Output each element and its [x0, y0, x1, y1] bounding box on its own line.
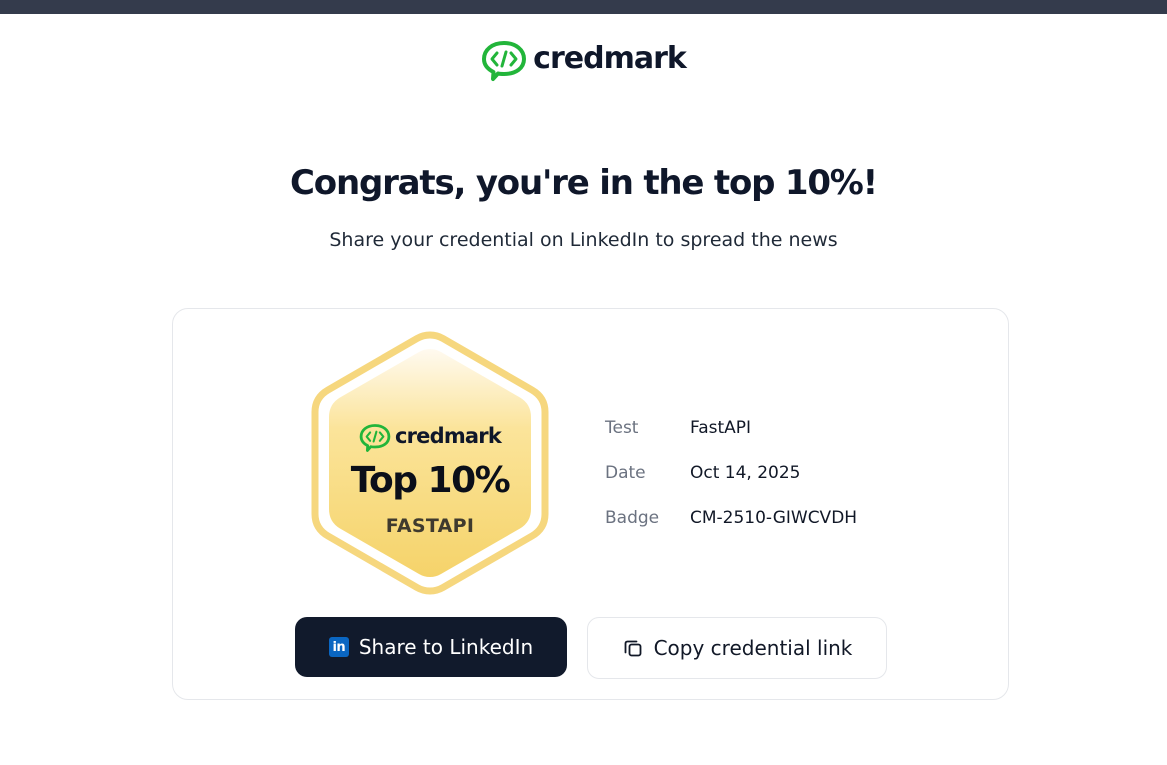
copy-link-label: Copy credential link [653, 636, 853, 660]
share-linkedin-button[interactable]: in Share to LinkedIn [295, 617, 567, 677]
detail-value: CM-2510-GIWCVDH [690, 507, 858, 528]
detail-value: FastAPI [690, 417, 752, 438]
share-linkedin-label: Share to LinkedIn [358, 635, 534, 659]
detail-row-badge: Badge CM-2510-GIWCVDH [605, 495, 857, 540]
code-bubble-icon [482, 41, 527, 81]
credential-badge: credmark Top 10% FASTAPI [305, 329, 555, 597]
code-bubble-icon [359, 424, 391, 452]
detail-row-test: Test FastAPI [605, 405, 857, 450]
logo-text: credmark [533, 41, 687, 76]
detail-row-date: Date Oct 14, 2025 [605, 450, 857, 495]
detail-label: Test [605, 417, 639, 438]
page-subtitle: Share your credential on LinkedIn to spr… [329, 229, 838, 251]
site-logo[interactable]: credmark [0, 40, 1167, 82]
copy-link-button[interactable]: Copy credential link [587, 617, 887, 679]
copy-icon [624, 640, 641, 657]
page-title: Congrats, you're in the top 10%! [290, 163, 878, 203]
linkedin-icon: in [328, 637, 349, 657]
credential-card: credmark Top 10% FASTAPI Test FastAPI Da… [172, 308, 1009, 700]
badge-skill: FASTAPI [385, 515, 475, 537]
credential-details: Test FastAPI Date Oct 14, 2025 Badge CM-… [605, 405, 857, 540]
badge-brand-text: credmark [394, 424, 502, 448]
top-bar [0, 0, 1167, 14]
badge-rank: Top 10% [350, 460, 511, 501]
detail-label: Date [605, 462, 646, 483]
detail-value: Oct 14, 2025 [690, 462, 801, 483]
badge-brand: credmark [305, 423, 555, 453]
detail-label: Badge [605, 507, 660, 528]
